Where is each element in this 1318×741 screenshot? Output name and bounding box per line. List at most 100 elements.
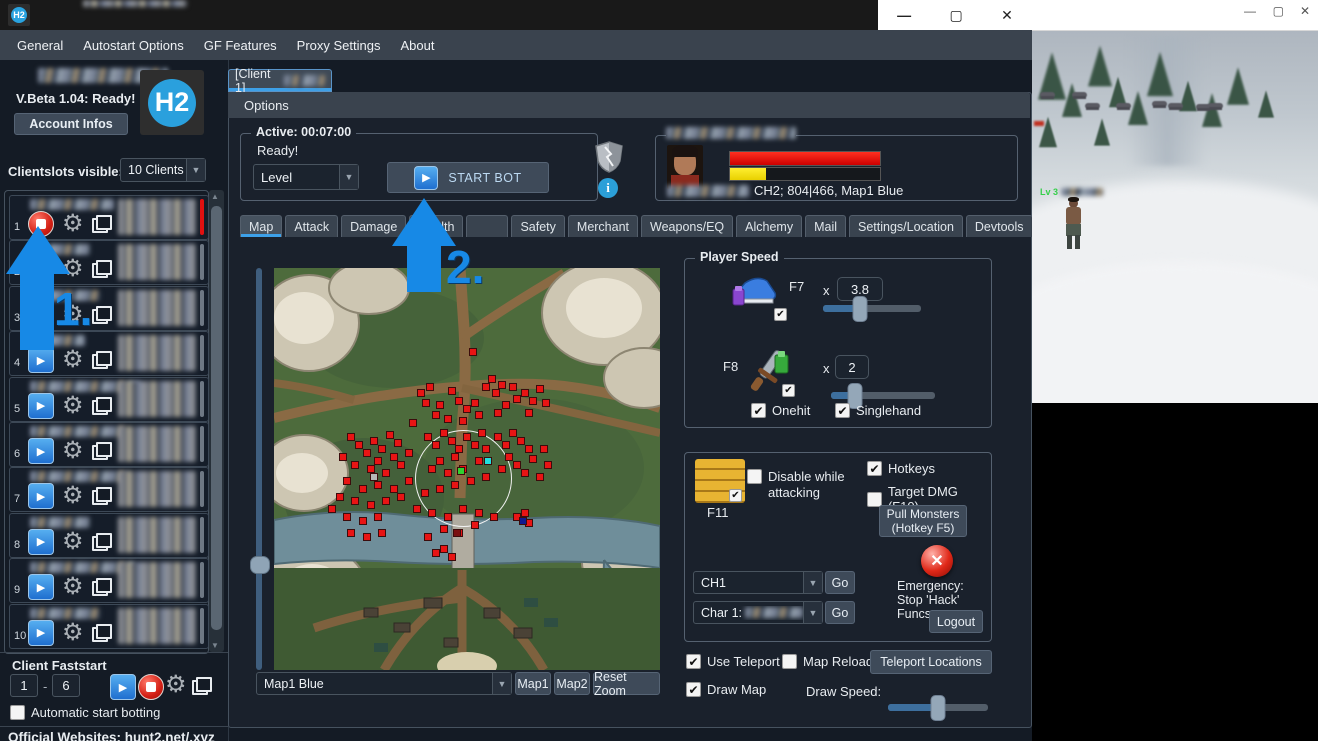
teleport-locations-button[interactable]: Teleport Locations [870,650,992,674]
wolf-mob[interactable] [1116,103,1131,109]
slot-gear-icon[interactable]: ⚙ [62,394,84,418]
disable-while-attacking-row[interactable]: Disable while attacking [747,469,860,502]
emergency-stop-icon[interactable]: ✕ [921,545,953,577]
pull-monsters-button[interactable]: Pull Monsters (Hotkey F5) [879,505,967,537]
speed-sword-icon[interactable]: ✔ [745,347,797,399]
wolf-mob[interactable] [1072,92,1087,98]
slot-gear-icon[interactable]: ⚙ [62,439,84,463]
f8-slider[interactable] [831,392,935,399]
slot-gear-icon[interactable]: ⚙ [62,530,84,554]
slot-play-button[interactable]: ▶ [28,347,54,373]
slot-play-button[interactable]: ▶ [28,574,54,600]
map-zoom-slider-track[interactable] [256,268,262,670]
ch-dropdown[interactable]: CH1 ▼ [693,571,823,594]
game-close-button[interactable]: ✕ [1300,4,1310,18]
slot-play-button[interactable]: ▶ [28,483,54,509]
hotkeys-checkbox[interactable]: ✔ [867,461,882,476]
draw-map-checkbox[interactable]: ✔ [686,682,701,697]
scroll-down-icon[interactable]: ▼ [211,641,219,650]
sword-checkbox[interactable]: ✔ [782,384,795,397]
wolf-mob[interactable] [1085,103,1100,109]
slot-play-button[interactable]: ▶ [28,529,54,555]
faststart-copy-icon[interactable] [192,677,212,695]
speed-shoe-icon[interactable]: ✔ [731,273,783,319]
char-go-button[interactable]: Go [825,601,855,624]
tab-devtools[interactable]: Devtools [966,215,1033,237]
start-bot-button[interactable]: ▶ START BOT [387,162,549,193]
slot-play-button[interactable]: ▶ [28,438,54,464]
tab-safety[interactable]: Safety [511,215,564,237]
menu-item-general[interactable]: General [8,34,72,57]
menu-item-autostart-options[interactable]: Autostart Options [74,34,192,57]
f7-slider-handle[interactable] [853,296,868,322]
info-icon[interactable]: i [598,178,618,198]
tab-obscured[interactable] [466,215,508,237]
client-tab[interactable]: [Client 1] [228,69,332,92]
wall-checkbox[interactable]: ✔ [729,489,742,502]
scroll-thumb[interactable] [211,206,222,630]
tab-alchemy[interactable]: Alchemy [736,215,802,237]
wolf-mob[interactable] [1208,103,1223,109]
map-reload-checkbox[interactable] [782,654,797,669]
game-scene[interactable]: Lv 3 [1032,31,1318,403]
map1-button[interactable]: Map1 [515,672,551,695]
game-minimize-button[interactable]: — [1244,4,1256,18]
ch-go-button[interactable]: Go [825,571,855,594]
autostart-checkbox-row[interactable]: Automatic start botting [10,705,160,720]
map2-button[interactable]: Map2 [554,672,590,695]
slot-gear-icon[interactable]: ⚙ [62,621,84,645]
faststart-from-input[interactable]: 1 [10,674,38,697]
tab-weapons-eq[interactable]: Weapons/EQ [641,215,733,237]
faststart-stop-button[interactable] [138,674,164,700]
tab-map[interactable]: Map [240,215,282,237]
singlehand-row[interactable]: ✔ Singlehand [835,403,921,418]
slot-scrollbar[interactable]: ▲ ▼ [209,190,224,652]
menu-item-about[interactable]: About [392,34,444,57]
f8-value-input[interactable]: 2 [835,355,869,379]
use-teleport-row[interactable]: ✔ Use Teleport [686,654,780,669]
reset-zoom-button[interactable]: Reset Zoom [593,672,660,695]
map-select-dropdown[interactable]: Map1 Blue ▼ [256,672,512,695]
slot-gear-icon[interactable]: ⚙ [62,348,84,372]
tab-mail[interactable]: Mail [805,215,846,237]
client-slot-7[interactable]: 7▶⚙ [9,467,209,512]
wolf-mob[interactable] [1152,101,1167,107]
slot-copy-icon[interactable] [92,306,112,324]
map-reload-row[interactable]: Map Reload [782,654,873,669]
slot-copy-icon[interactable] [92,442,112,460]
client-slot-10[interactable]: 10▶⚙ [9,604,209,649]
maximize-button[interactable]: ▢ [950,7,963,24]
wolf-mob[interactable] [1168,103,1183,109]
map-view[interactable] [274,268,660,670]
scroll-up-icon[interactable]: ▲ [211,192,219,201]
tab-settings-location[interactable]: Settings/Location [849,215,963,237]
game-maximize-button[interactable]: ▢ [1273,4,1284,18]
slot-copy-icon[interactable] [92,578,112,596]
client-slot-6[interactable]: 6▶⚙ [9,422,209,467]
client-slot-9[interactable]: 9▶⚙ [9,558,209,603]
close-button[interactable]: ✕ [1001,7,1013,24]
minimize-button[interactable]: — [897,7,911,23]
menu-item-gf-features[interactable]: GF Features [195,34,286,57]
faststart-play-button[interactable]: ▶ [110,674,136,700]
menu-item-proxy-settings[interactable]: Proxy Settings [288,34,390,57]
mode-dropdown[interactable]: Level ▼ [253,164,359,190]
tab-merchant[interactable]: Merchant [568,215,638,237]
faststart-gear-icon[interactable]: ⚙ [165,673,187,697]
faststart-to-input[interactable]: 6 [52,674,80,697]
slot-play-button[interactable]: ▶ [28,620,54,646]
map-zoom-slider-handle[interactable] [250,556,270,574]
char-dropdown[interactable]: Char 1: ▼ [693,601,823,624]
logout-button[interactable]: Logout [929,610,983,633]
onehit-row[interactable]: ✔ Onehit [751,403,810,418]
clientslots-dropdown[interactable]: 10 Clients ▼ [120,158,206,182]
client-slot-5[interactable]: 5▶⚙ [9,377,209,422]
onehit-checkbox[interactable]: ✔ [751,403,766,418]
f7-slider[interactable] [823,305,921,312]
draw-map-row[interactable]: ✔ Draw Map [686,682,766,697]
slot-copy-icon[interactable] [92,351,112,369]
autostart-checkbox[interactable] [10,705,25,720]
target-dmg-checkbox[interactable] [867,492,882,507]
slot-gear-icon[interactable]: ⚙ [62,575,84,599]
tab-attack[interactable]: Attack [285,215,338,237]
